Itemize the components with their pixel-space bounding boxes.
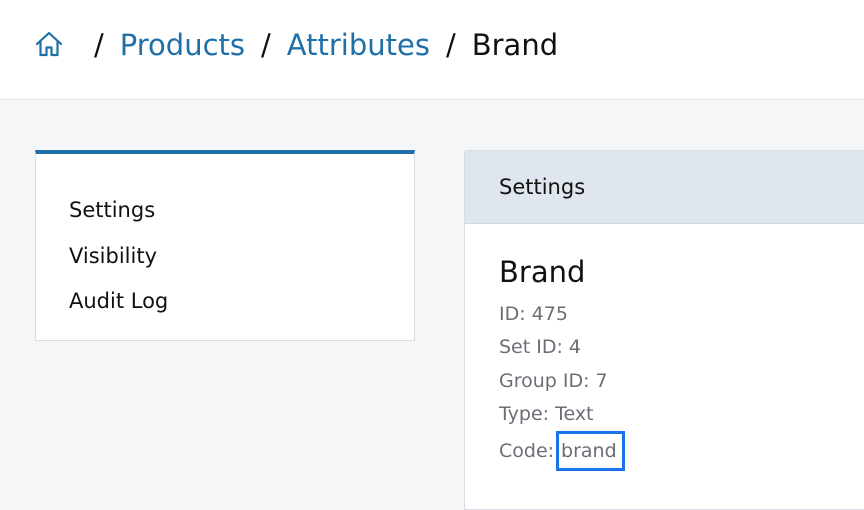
top-bar: / Products / Attributes / Brand [0, 0, 864, 100]
attribute-code-row: Code: brand [499, 431, 864, 472]
panel-header: Settings [465, 151, 864, 224]
attribute-type: Type: Text [499, 402, 594, 425]
breadcrumb: / Products / Attributes / Brand [34, 26, 558, 64]
breadcrumb-separator: / [261, 28, 271, 62]
breadcrumb-link-attributes[interactable]: Attributes [287, 26, 430, 64]
attribute-group-id: Group ID: 7 [499, 369, 608, 392]
attribute-title: Brand [499, 255, 586, 289]
sidebar-item-audit-log[interactable]: Audit Log [36, 279, 414, 325]
attribute-set-id: Set ID: 4 [499, 336, 582, 359]
sidebar-item-visibility[interactable]: Visibility [36, 234, 414, 280]
attribute-id: ID: 475 [499, 303, 568, 325]
sidebar-nav: Settings Visibility Audit Log [35, 150, 415, 341]
attribute-code-value[interactable]: brand [556, 431, 625, 472]
home-icon[interactable] [34, 29, 64, 59]
panel-body: Brand ID: 475 Set ID: 4 Group ID: 7 Type… [465, 224, 864, 472]
sidebar-item-settings[interactable]: Settings [36, 188, 414, 234]
settings-panel: Settings Brand ID: 475 Set ID: 4 Group I… [464, 150, 864, 510]
breadcrumb-separator: / [445, 28, 456, 62]
attribute-code-label: Code: [499, 440, 555, 463]
breadcrumb-link-products[interactable]: Products [120, 26, 245, 64]
breadcrumb-current: Brand [471, 28, 559, 62]
breadcrumb-separator: / [94, 28, 104, 62]
